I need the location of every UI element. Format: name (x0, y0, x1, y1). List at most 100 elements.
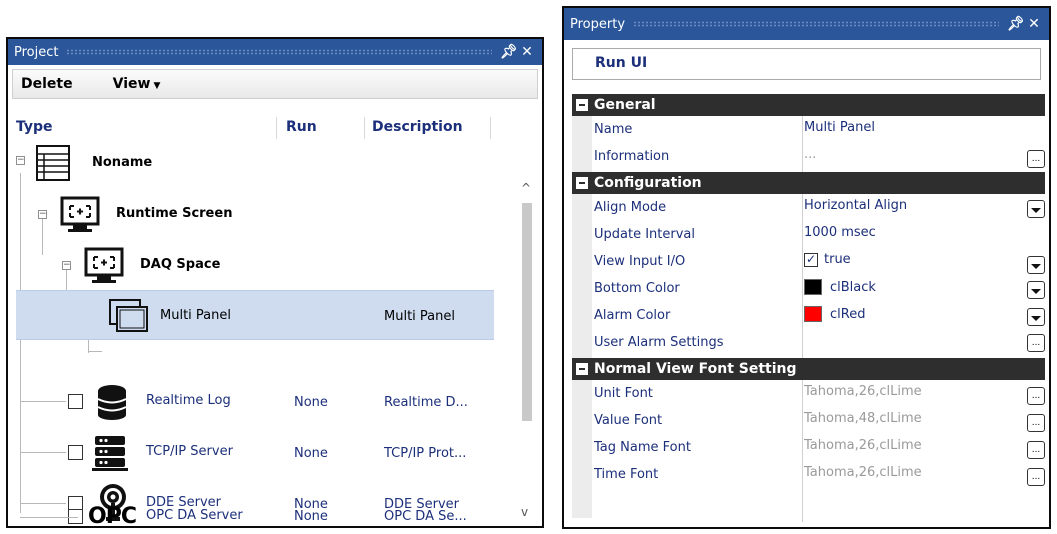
category-label: Configuration (594, 175, 702, 191)
scrollbar-thumb[interactable] (522, 203, 532, 421)
property-name: Align Mode (594, 200, 667, 215)
property-value: true (824, 252, 851, 267)
property-row-unit-font[interactable]: Unit Font Tahoma,26,clLime ... (572, 382, 1045, 409)
dropdown-button[interactable] (1027, 308, 1045, 326)
tree-row-opc-da-server[interactable]: OPC OPC DA Server None OPC DA Se... (8, 505, 508, 529)
column-type[interactable]: Type (16, 119, 53, 135)
property-value[interactable]: Tahoma,48,clLime (804, 411, 922, 426)
ellipsis-button[interactable]: ... (1027, 334, 1045, 352)
property-row-information[interactable]: Information ... ... (572, 145, 1045, 172)
ellipsis-button[interactable]: ... (1027, 387, 1045, 405)
ellipsis-button[interactable]: ... (1027, 468, 1045, 486)
tree-row-multi-panel[interactable]: Multi Panel Multi Panel (16, 290, 494, 340)
property-row-value-font[interactable]: Value Font Tahoma,48,clLime ... (572, 409, 1045, 436)
property-value[interactable]: Multi Panel (804, 120, 875, 135)
tree-item-run: None (294, 395, 328, 410)
view-menu-label: View (112, 76, 151, 92)
column-separator[interactable] (364, 117, 365, 139)
property-value-color[interactable]: clRed (804, 306, 865, 322)
project-title: Project (14, 44, 59, 60)
property-value-checkbox[interactable]: ✓ true (804, 252, 851, 267)
property-row-update-interval[interactable]: Update Interval 1000 msec (572, 223, 1045, 250)
chevron-up-icon[interactable]: ^ (521, 181, 531, 195)
collapse-icon[interactable]: − (38, 210, 47, 219)
property-row-user-alarm-settings[interactable]: User Alarm Settings ... (572, 331, 1045, 358)
column-separator[interactable] (276, 117, 277, 139)
run-checkbox[interactable] (68, 445, 83, 460)
property-name: Value Font (594, 413, 663, 428)
property-name: Bottom Color (594, 281, 680, 296)
server-icon (92, 436, 128, 471)
ellipsis-button[interactable]: ... (1027, 441, 1045, 459)
category-normal-view-font-setting[interactable]: Normal View Font Setting (572, 358, 1045, 380)
dropdown-button[interactable] (1027, 281, 1045, 299)
property-name: Time Font (594, 467, 659, 482)
category-label: General (594, 97, 656, 113)
pin-icon[interactable]: 📌︎ (500, 44, 518, 60)
collapse-icon[interactable]: − (16, 156, 25, 165)
property-row-align-mode[interactable]: Align Mode Horizontal Align (572, 196, 1045, 223)
color-swatch (804, 279, 822, 295)
collapse-icon[interactable] (576, 177, 588, 189)
color-swatch (804, 306, 822, 322)
property-titlebar[interactable]: Property 📌︎ ✕ (564, 8, 1049, 40)
ellipsis-button[interactable]: ... (1027, 150, 1045, 168)
tree-item-label: Multi Panel (160, 308, 231, 323)
collapse-icon[interactable] (576, 363, 588, 375)
category-label: Normal View Font Setting (594, 361, 797, 377)
property-value: clBlack (830, 279, 876, 295)
view-menu-button[interactable]: View ▼ (113, 76, 161, 92)
dropdown-button[interactable] (1027, 200, 1045, 218)
selected-object-name: Run UI (572, 48, 1041, 80)
property-value[interactable]: Tahoma,26,clLime (804, 465, 922, 480)
collapse-icon[interactable] (576, 99, 588, 111)
tree-row-runtime-screen[interactable]: − Runtime Screen (8, 190, 508, 240)
collapse-icon[interactable]: − (62, 261, 71, 270)
dropdown-button[interactable] (1027, 256, 1045, 274)
property-row-alarm-color[interactable]: Alarm Color clRed (572, 304, 1045, 331)
tree-row-noname[interactable]: − Noname (8, 139, 508, 189)
tree-line (20, 517, 78, 518)
pin-icon[interactable]: 📌︎ (1007, 16, 1025, 32)
tree-item-label: OPC DA Server (146, 508, 243, 523)
property-panel: Property 📌︎ ✕ Run UI General Name Multi … (562, 6, 1051, 529)
tree-row-tcpip-server[interactable]: TCP/IP Server None TCP/IP Prot... (8, 428, 508, 478)
column-separator[interactable] (490, 117, 491, 139)
tree-row-realtime-log[interactable]: Realtime Log None Realtime D... (8, 377, 508, 427)
category-configuration[interactable]: Configuration (572, 172, 1045, 194)
property-value[interactable]: 1000 msec (804, 225, 876, 240)
property-row-tag-name-font[interactable]: Tag Name Font Tahoma,26,clLime ... (572, 436, 1045, 463)
tree-item-description: Multi Panel (384, 309, 455, 324)
delete-button[interactable]: Delete (21, 76, 73, 92)
property-value[interactable]: Tahoma,26,clLime (804, 438, 922, 453)
property-value[interactable]: Tahoma,26,clLime (804, 384, 922, 399)
checkbox-checked[interactable]: ✓ (804, 252, 818, 267)
project-scrollbar[interactable]: ^ v (518, 139, 536, 527)
property-value[interactable]: ... (804, 147, 816, 162)
monitor-icon (84, 247, 124, 283)
column-run[interactable]: Run (286, 119, 317, 135)
project-tree: − Noname − Runtime Screen − DAQ Space Mu… (8, 139, 508, 527)
run-checkbox[interactable] (68, 394, 83, 409)
property-value-color[interactable]: clBlack (804, 279, 876, 295)
monitor-icon (60, 196, 100, 232)
ellipsis-button[interactable]: ... (1027, 414, 1045, 432)
property-row-view-input-io[interactable]: View Input I/O ✓ true (572, 250, 1045, 277)
property-row-time-font[interactable]: Time Font Tahoma,26,clLime ... (572, 463, 1045, 490)
tree-item-label: Noname (92, 155, 153, 170)
property-row-bottom-color[interactable]: Bottom Color clBlack (572, 277, 1045, 304)
close-icon[interactable]: ✕ (1025, 16, 1043, 32)
property-value[interactable]: Horizontal Align (804, 198, 907, 213)
property-name: Unit Font (594, 386, 653, 401)
property-name: Alarm Color (594, 308, 671, 323)
column-description[interactable]: Description (372, 119, 463, 135)
property-row-name[interactable]: Name Multi Panel (572, 118, 1045, 145)
tree-row-daq-space[interactable]: − DAQ Space (8, 241, 508, 291)
project-column-header: Type Run Description (8, 117, 508, 139)
property-name: User Alarm Settings (594, 335, 724, 350)
project-titlebar[interactable]: Project 📌︎ ✕ (8, 39, 542, 65)
close-icon[interactable]: ✕ (518, 44, 536, 60)
opc-icon: OPC (88, 505, 137, 529)
category-general[interactable]: General (572, 94, 1045, 116)
chevron-down-icon[interactable]: v (521, 505, 528, 519)
